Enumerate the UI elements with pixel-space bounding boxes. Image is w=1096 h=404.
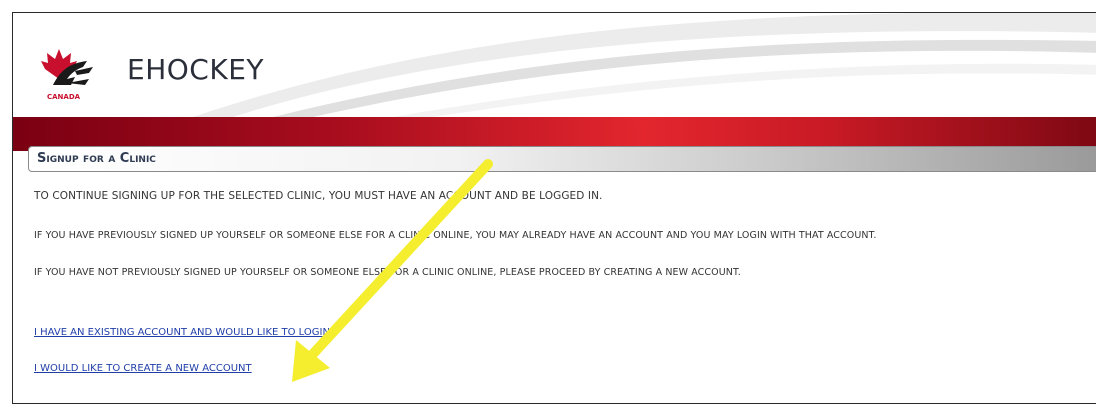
site-title: EHOCKEY — [127, 53, 264, 86]
hockey-canada-logo[interactable]: CANADA — [31, 39, 111, 103]
instruction-paragraph-2: If you have previously signed up yoursel… — [34, 230, 877, 241]
instruction-paragraph-3: If you have NOT previously signed up you… — [34, 267, 741, 278]
site-header: CANADA EHOCKEY — [13, 13, 1096, 117]
svg-text:CANADA: CANADA — [47, 93, 81, 101]
page-frame: CANADA EHOCKEY — [12, 12, 1096, 404]
section-title: Signup for a Clinic — [37, 151, 156, 166]
create-new-account-link[interactable]: I would like to create a new account — [34, 363, 252, 374]
instruction-paragraph-1: To continue signing up for the selected … — [34, 190, 603, 202]
section-header: Signup for a Clinic — [28, 146, 1096, 172]
existing-account-login-link[interactable]: I have an existing account and would lik… — [34, 327, 330, 338]
